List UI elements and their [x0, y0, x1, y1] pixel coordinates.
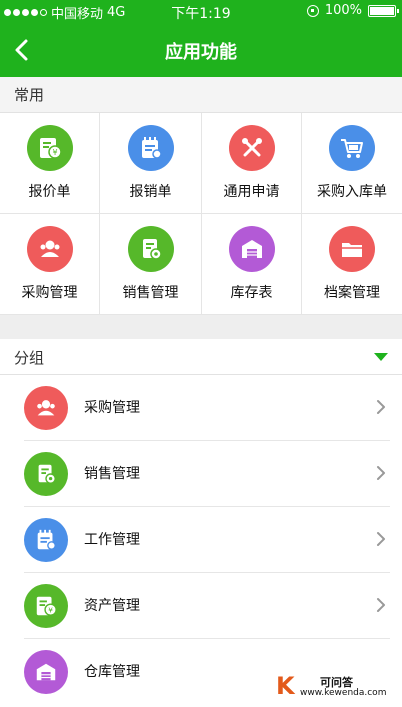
status-bar: 中国移动 4G 下午1:19 100% [0, 0, 402, 24]
app-tile[interactable]: ¥ 报价单 [0, 113, 100, 214]
common-section-header: 常用 [0, 77, 402, 113]
list-item[interactable]: 工作管理 [24, 507, 390, 573]
svg-text:¥: ¥ [52, 148, 57, 157]
invoice-yen-icon: ¥ [24, 584, 68, 628]
app-tile-label: 采购入库单 [317, 184, 387, 200]
chevron-right-icon [377, 532, 385, 546]
battery-icon [368, 4, 399, 17]
app-tile[interactable]: 档案管理 [302, 214, 402, 315]
group-list: 采购管理 销售管理 工作管理 ¥ 资产管理 仓库管理 [0, 375, 402, 707]
list-item-label: 销售管理 [84, 466, 140, 482]
list-item-label: 工作管理 [84, 532, 140, 548]
collapse-triangle-icon[interactable] [374, 353, 388, 361]
app-tile-label: 采购管理 [21, 285, 78, 301]
watermark: K 可问答 www.kewenda.com [276, 672, 396, 702]
common-apps-grid: ¥ 报价单 报销单 通用申请 采购入库单 采购管理 销售管理 库存表 档案管理 [0, 113, 402, 315]
app-tile-label: 报销单 [129, 184, 172, 200]
app-tile-label: 库存表 [230, 285, 273, 301]
nav-bar: 应用功能 [0, 24, 402, 77]
cart-icon [329, 125, 375, 171]
sales-doc-icon [24, 452, 68, 496]
list-item[interactable]: ¥ 资产管理 [24, 573, 390, 639]
chevron-right-icon [377, 400, 385, 414]
header-bar: 中国移动 4G 下午1:19 100% 应用功能 [0, 0, 402, 77]
common-section-label: 常用 [14, 86, 45, 104]
app-tile-label: 档案管理 [324, 285, 380, 301]
calendar-note-icon [127, 125, 174, 171]
page-title: 应用功能 [165, 42, 237, 63]
rotation-lock-icon [306, 4, 319, 17]
app-tile-label: 报价单 [28, 184, 71, 200]
invoice-yen-icon: ¥ [26, 125, 73, 171]
app-tile[interactable]: 销售管理 [100, 214, 202, 315]
users-icon [24, 386, 68, 430]
sales-doc-icon [127, 226, 174, 272]
chevron-right-icon [377, 466, 385, 480]
warehouse-icon [24, 650, 68, 694]
app-tile-label: 通用申请 [223, 184, 280, 200]
list-item[interactable]: 销售管理 [24, 441, 390, 507]
users-icon [26, 226, 73, 272]
folder-icon [329, 226, 375, 272]
app-tile[interactable]: 通用申请 [202, 113, 302, 214]
list-item-label: 资产管理 [84, 598, 140, 614]
warehouse-icon [228, 226, 275, 272]
list-item[interactable]: 采购管理 [24, 375, 390, 441]
svg-text:¥: ¥ [48, 605, 53, 614]
watermark-url: www.kewenda.com [300, 688, 387, 698]
app-tile[interactable]: 采购管理 [0, 214, 100, 315]
app-tile[interactable]: 报销单 [100, 113, 202, 214]
group-section-header[interactable]: 分组 [0, 339, 402, 375]
list-item-label: 采购管理 [84, 400, 140, 416]
group-section-label: 分组 [14, 349, 45, 367]
app-tile[interactable]: 库存表 [202, 214, 302, 315]
tools-icon [228, 125, 275, 171]
chevron-right-icon [377, 598, 385, 612]
section-divider [0, 315, 402, 339]
watermark-logo: K [276, 672, 295, 700]
app-tile[interactable]: 采购入库单 [302, 113, 402, 214]
battery-percent: 100% [324, 3, 362, 18]
calendar-note-icon [24, 518, 68, 562]
app-tile-label: 销售管理 [122, 285, 179, 301]
list-item-label: 仓库管理 [84, 664, 140, 680]
